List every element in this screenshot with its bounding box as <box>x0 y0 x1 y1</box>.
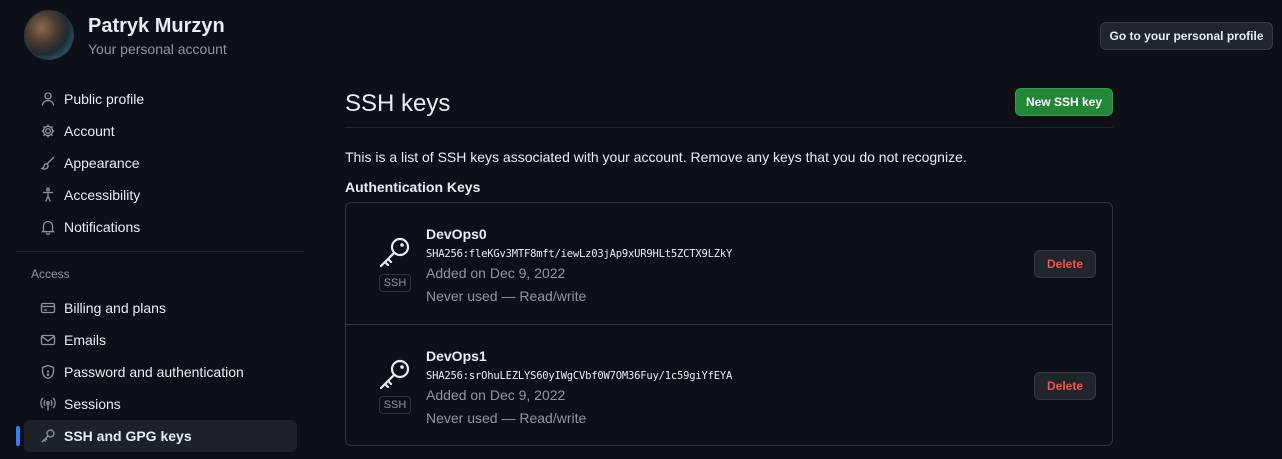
intro-text: This is a list of SSH keys associated wi… <box>345 149 967 165</box>
sidebar-item-label: Password and authentication <box>64 364 244 380</box>
sidebar-item-password-authentication[interactable]: Password and authentication <box>24 356 297 388</box>
sidebar-item-billing[interactable]: Billing and plans <box>24 292 297 324</box>
delete-key-button[interactable]: Delete <box>1034 372 1096 400</box>
sidebar-item-label: Sessions <box>64 396 121 412</box>
go-to-profile-button[interactable]: Go to your personal profile <box>1100 22 1273 50</box>
ssh-badge: SSH <box>378 274 412 292</box>
key-icon-group: SSH <box>377 235 413 292</box>
list-item: SSH DevOps1 SHA256:srOhuLEZLYS60yIWgCVbf… <box>346 324 1112 445</box>
key-info: DevOps0 SHA256:fleKGv3MTF8mft/iewLz03jAp… <box>426 225 732 307</box>
key-icon <box>379 237 410 268</box>
gear-icon <box>40 123 56 139</box>
ssh-key-list: SSH DevOps0 SHA256:fleKGv3MTF8mft/iewLz0… <box>345 202 1113 446</box>
user-header: Patryk Murzyn Your personal account <box>24 10 227 60</box>
key-icon <box>40 428 56 444</box>
sidebar-item-label: Notifications <box>64 219 141 235</box>
sidebar-item-notifications[interactable]: Notifications <box>24 211 297 243</box>
key-added-date: Added on Dec 9, 2022 <box>426 265 566 281</box>
sidebar-item-accessibility[interactable]: Accessibility <box>24 179 297 211</box>
settings-page: Patryk Murzyn Your personal account Go t… <box>0 0 1282 459</box>
key-name: DevOps1 <box>426 348 487 364</box>
main-content: SSH keys New SSH key This is a list of S… <box>345 84 1113 446</box>
new-ssh-key-button[interactable]: New SSH key <box>1015 88 1113 116</box>
user-name: Patryk Murzyn <box>88 14 225 37</box>
sidebar-item-appearance[interactable]: Appearance <box>24 147 297 179</box>
shield-lock-icon <box>40 364 56 380</box>
bell-icon <box>40 219 56 235</box>
accessibility-icon <box>40 187 56 203</box>
settings-sidebar: Public profile Account Appearance Access… <box>16 83 306 452</box>
key-fingerprint: SHA256:fleKGv3MTF8mft/iewLz03jAp9xUR9HLt… <box>426 248 733 260</box>
sidebar-item-label: Account <box>64 123 115 139</box>
page-title: SSH keys <box>345 90 451 117</box>
sidebar-item-public-profile[interactable]: Public profile <box>24 83 297 115</box>
sidebar-item-ssh-gpg-keys[interactable]: SSH and GPG keys <box>16 420 297 452</box>
sidebar-item-label: Billing and plans <box>64 300 166 316</box>
list-item: SSH DevOps0 SHA256:fleKGv3MTF8mft/iewLz0… <box>346 203 1112 324</box>
broadcast-icon <box>40 396 56 412</box>
sidebar-divider <box>16 251 304 252</box>
credit-card-icon <box>40 300 56 316</box>
key-icon <box>379 359 410 390</box>
key-usage: Never used — Read/write <box>426 410 587 426</box>
ssh-badge: SSH <box>378 396 412 414</box>
sidebar-item-emails[interactable]: Emails <box>24 324 297 356</box>
sidebar-item-label: Public profile <box>64 91 145 107</box>
delete-key-button[interactable]: Delete <box>1034 250 1096 278</box>
key-icon-group: SSH <box>377 357 413 414</box>
key-info: DevOps1 SHA256:srOhuLEZLYS60yIWgCVbf0W7O… <box>426 347 732 429</box>
key-name: DevOps0 <box>426 226 487 242</box>
sidebar-section-access: Access <box>31 267 70 281</box>
sidebar-item-sessions[interactable]: Sessions <box>24 388 297 420</box>
sidebar-item-label: SSH and GPG keys <box>64 428 192 444</box>
key-usage: Never used — Read/write <box>426 288 587 304</box>
paintbrush-icon <box>40 155 56 171</box>
sidebar-item-label: Emails <box>64 332 107 348</box>
sidebar-item-label: Accessibility <box>64 187 141 203</box>
person-icon <box>40 91 56 107</box>
user-subtitle: Your personal account <box>88 40 227 57</box>
key-added-date: Added on Dec 9, 2022 <box>426 387 566 403</box>
title-row: SSH keys New SSH key <box>345 84 1113 128</box>
key-fingerprint: SHA256:srOhuLEZLYS60yIWgCVbf0W7OM36Fuy/1… <box>426 370 733 382</box>
mail-icon <box>40 332 56 348</box>
section-title: Authentication Keys <box>345 179 481 195</box>
sidebar-item-account[interactable]: Account <box>24 115 297 147</box>
avatar[interactable] <box>24 10 74 60</box>
sidebar-item-label: Appearance <box>64 155 140 171</box>
user-text: Patryk Murzyn Your personal account <box>88 13 227 58</box>
